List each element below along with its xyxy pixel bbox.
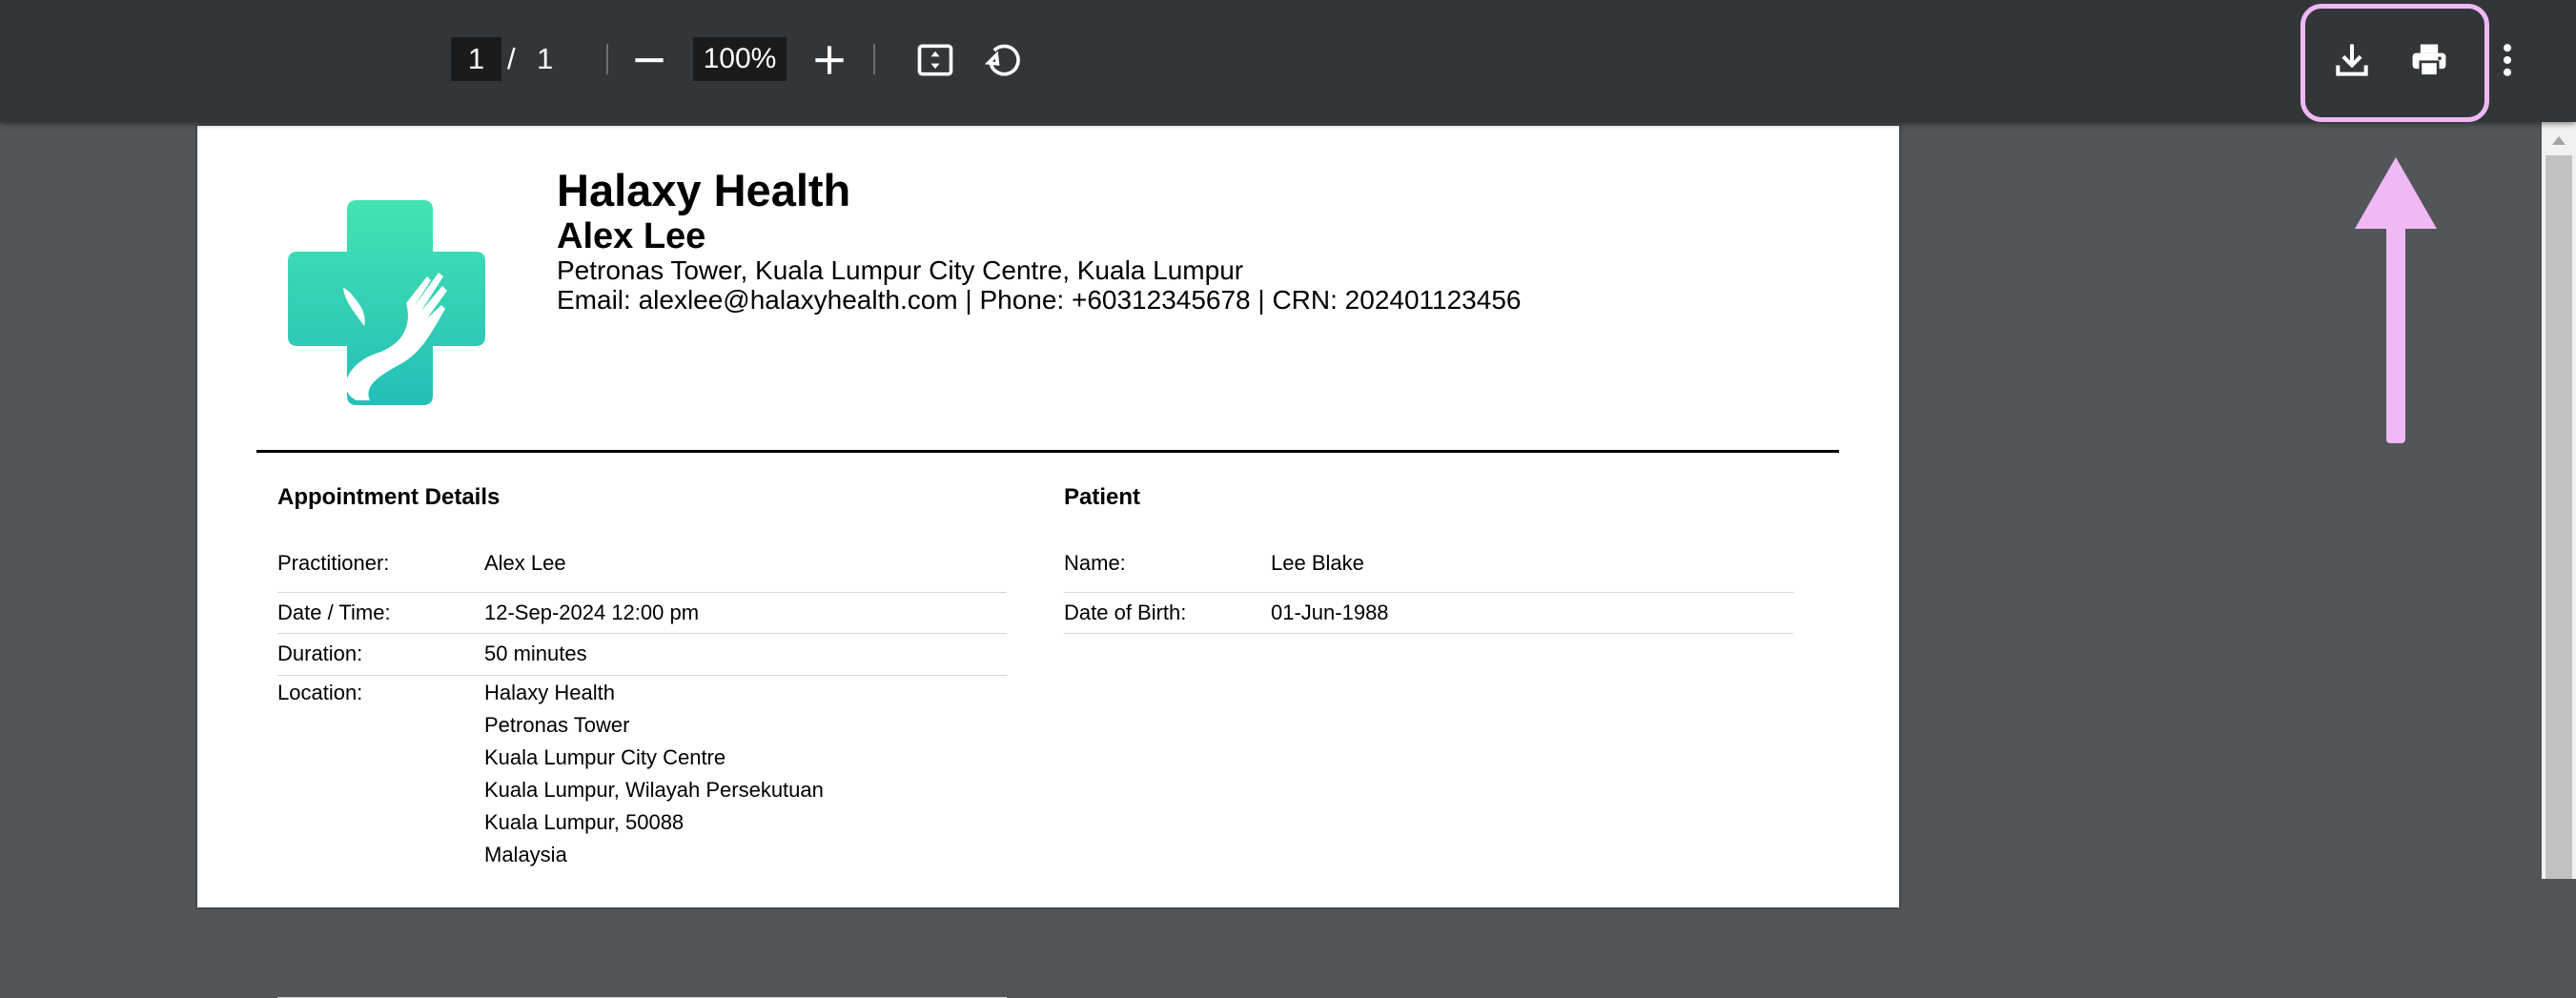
row-label: Practitioner: xyxy=(277,551,390,575)
location-line: Malaysia xyxy=(484,843,567,866)
highlight-box xyxy=(2300,4,2489,122)
row-label: Date / Time: xyxy=(277,601,391,624)
row-value: 12-Sep-2024 12:00 pm xyxy=(484,601,700,624)
zoom-input[interactable]: 100% xyxy=(693,37,787,81)
appointment-row-practitioner: Practitioner: Alex Lee xyxy=(277,551,1007,593)
more-options-icon xyxy=(2503,44,2512,76)
appointment-details-heading: Appointment Details xyxy=(277,484,501,510)
page-number-input[interactable]: 1 xyxy=(451,37,501,81)
minus-icon xyxy=(635,58,664,63)
halaxy-logo xyxy=(288,200,485,405)
row-label: Location: xyxy=(277,681,363,704)
location-line: Petronas Tower xyxy=(484,713,630,737)
zoom-out-button[interactable] xyxy=(621,31,678,89)
practice-contact: Email: alexlee@halaxyhealth.com | Phone:… xyxy=(557,285,1522,315)
location-address: Halaxy Health Petronas Tower Kuala Lumpu… xyxy=(484,677,1007,997)
patient-heading: Patient xyxy=(1064,484,1141,510)
location-line: Kuala Lumpur City Centre xyxy=(484,745,726,769)
practitioner-name: Alex Lee xyxy=(557,216,706,256)
row-value: Lee Blake xyxy=(1271,551,1364,575)
scroll-up-arrow-icon[interactable] xyxy=(2547,132,2570,151)
row-value: Alex Lee xyxy=(484,551,566,575)
location-line: Kuala Lumpur, 50088 xyxy=(484,810,685,834)
total-pages: 1 xyxy=(537,42,554,75)
patient-row-name: Name: Lee Blake xyxy=(1064,551,1793,593)
pdf-page: Halaxy Health Alex Lee Petronas Tower, K… xyxy=(197,126,1899,998)
appointment-row-date-time: Date / Time: 12-Sep-2024 12:00 pm xyxy=(277,593,1007,634)
location-line: Halaxy Health xyxy=(484,681,615,704)
scrollbar-thumb[interactable] xyxy=(2545,155,2572,879)
up-arrow-annotation xyxy=(2355,157,2437,443)
location-line: Kuala Lumpur, Wilayah Persekutuan xyxy=(484,778,824,802)
rotate-button[interactable] xyxy=(974,31,1032,89)
header-divider xyxy=(256,450,1839,453)
practice-address: Petronas Tower, Kuala Lumpur City Centre… xyxy=(557,255,1244,285)
rotate-icon xyxy=(984,44,1020,76)
row-label: Duration: xyxy=(277,642,363,665)
pdf-toolbar: 1 / 1 100% xyxy=(0,0,2576,122)
row-value: 50 minutes xyxy=(484,642,587,665)
row-label: Date of Birth: xyxy=(1064,601,1187,624)
page-separator: / xyxy=(507,42,516,75)
appointment-row-duration: Duration: 50 minutes xyxy=(277,634,1007,676)
row-label: Name: xyxy=(1064,551,1126,575)
fit-page-icon xyxy=(917,44,953,76)
zoom-in-button[interactable] xyxy=(801,31,858,89)
patient-row-dob: Date of Birth: 01-Jun-1988 xyxy=(1064,593,1793,634)
organization-name: Halaxy Health xyxy=(557,165,851,215)
toolbar-divider xyxy=(606,44,608,74)
toolbar-divider xyxy=(873,44,875,74)
row-value: 01-Jun-1988 xyxy=(1271,601,1389,624)
fit-to-page-button[interactable] xyxy=(907,31,964,89)
plus-icon xyxy=(815,46,844,74)
appointment-row-location: Location: Halaxy Health Petronas Tower K… xyxy=(277,676,1007,998)
